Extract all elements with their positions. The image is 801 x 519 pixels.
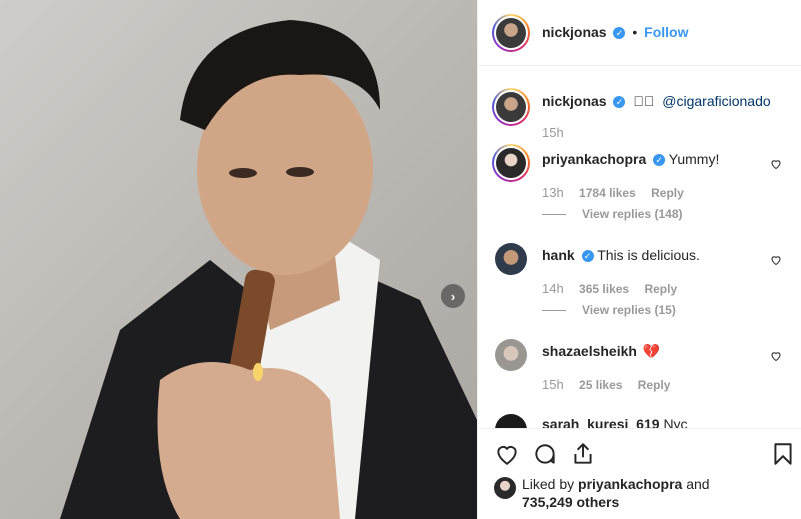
author-username[interactable]: nickjonas [542, 24, 607, 40]
divider-line [542, 214, 566, 216]
comment-likes[interactable]: 365 likes [579, 282, 629, 296]
view-replies-label: View replies (15) [582, 303, 676, 317]
liker-avatar[interactable] [494, 477, 516, 499]
view-replies-label: View replies (148) [582, 207, 683, 221]
portrait-image [60, 20, 477, 519]
reply-button[interactable]: Reply [644, 282, 677, 296]
caption-author-avatar[interactable] [492, 88, 530, 126]
verified-badge-icon: ✓ [613, 96, 626, 109]
comment-time[interactable]: 13h [542, 185, 564, 200]
post-photo[interactable]: › [0, 0, 477, 519]
bookmark-icon[interactable] [770, 441, 796, 467]
comment: hank ✓ This is delicious. [542, 247, 700, 263]
caption-meta: 15h [542, 125, 576, 140]
broken-heart-emoji: 💔 [642, 343, 661, 359]
view-replies-button[interactable]: View replies (15) [542, 303, 676, 317]
caption-username[interactable]: nickjonas [542, 93, 607, 109]
divider-line [542, 310, 566, 312]
view-replies-button[interactable]: View replies (148) [542, 207, 683, 221]
reply-button[interactable]: Reply [638, 378, 671, 392]
post-actions: Liked by priyankachopra and 735,249 othe… [478, 428, 801, 519]
share-icon[interactable] [570, 441, 596, 467]
separator-dot: • [632, 24, 638, 40]
author-avatar[interactable] [492, 14, 530, 52]
comment-username[interactable]: shazaelsheikh [542, 343, 637, 359]
caption-mention-link[interactable]: @cigaraficionado [662, 93, 770, 109]
heart-icon[interactable] [494, 441, 520, 467]
liked-by-user[interactable]: priyankachopra [578, 476, 682, 492]
comment-username[interactable]: hank [542, 247, 575, 263]
verified-badge-icon: ✓ [581, 250, 594, 263]
comment-avatar[interactable] [492, 144, 530, 182]
comment-username[interactable]: priyankachopra [542, 151, 646, 167]
comment: priyankachopra ✓ Yummy! [542, 151, 719, 167]
comment: shazaelsheikh 💔 [542, 343, 660, 360]
comment-time[interactable]: 14h [542, 281, 564, 296]
caption: nickjonas ✓ ⊐⃝ @cigaraficionado [542, 93, 771, 109]
chevron-right-icon: › [450, 288, 456, 304]
liked-by-summary: Liked by priyankachopra and 735,249 othe… [522, 475, 792, 511]
caption-time[interactable]: 15h [542, 125, 564, 140]
liked-by-count[interactable]: 735,249 others [522, 494, 619, 510]
comment-time[interactable]: 15h [542, 377, 564, 392]
liked-by-and: and [686, 476, 710, 492]
liked-by-prefix: Liked by [522, 476, 575, 492]
follow-button[interactable]: Follow [644, 24, 688, 40]
comment-meta: 14h 365 likes Reply [542, 281, 689, 296]
tag-icon: ⊐⃝ [633, 93, 655, 109]
comment-icon[interactable] [532, 441, 558, 467]
comment-meta: 15h 25 likes Reply [542, 377, 682, 392]
post-side-panel: nickjonas ✓ • Follow nickjonas ✓ ⊐⃝ @cig… [477, 0, 801, 519]
reply-button[interactable]: Reply [651, 186, 684, 200]
comment-like-icon[interactable] [770, 254, 782, 266]
verified-badge-icon: ✓ [613, 27, 626, 40]
comment-text: Yummy! [668, 151, 720, 167]
verified-badge-icon: ✓ [653, 154, 666, 167]
next-photo-button[interactable]: › [441, 284, 465, 308]
comment-avatar[interactable] [495, 243, 527, 275]
comment-likes[interactable]: 25 likes [579, 378, 622, 392]
comment-avatar[interactable] [495, 339, 527, 371]
comment-meta: 13h 1784 likes Reply [542, 185, 696, 200]
comment-like-icon[interactable] [770, 158, 782, 170]
comment-text: This is delicious. [597, 247, 700, 263]
comment-likes[interactable]: 1784 likes [579, 186, 636, 200]
post-header: nickjonas ✓ • Follow [478, 0, 801, 66]
comment-like-icon[interactable] [770, 350, 782, 362]
